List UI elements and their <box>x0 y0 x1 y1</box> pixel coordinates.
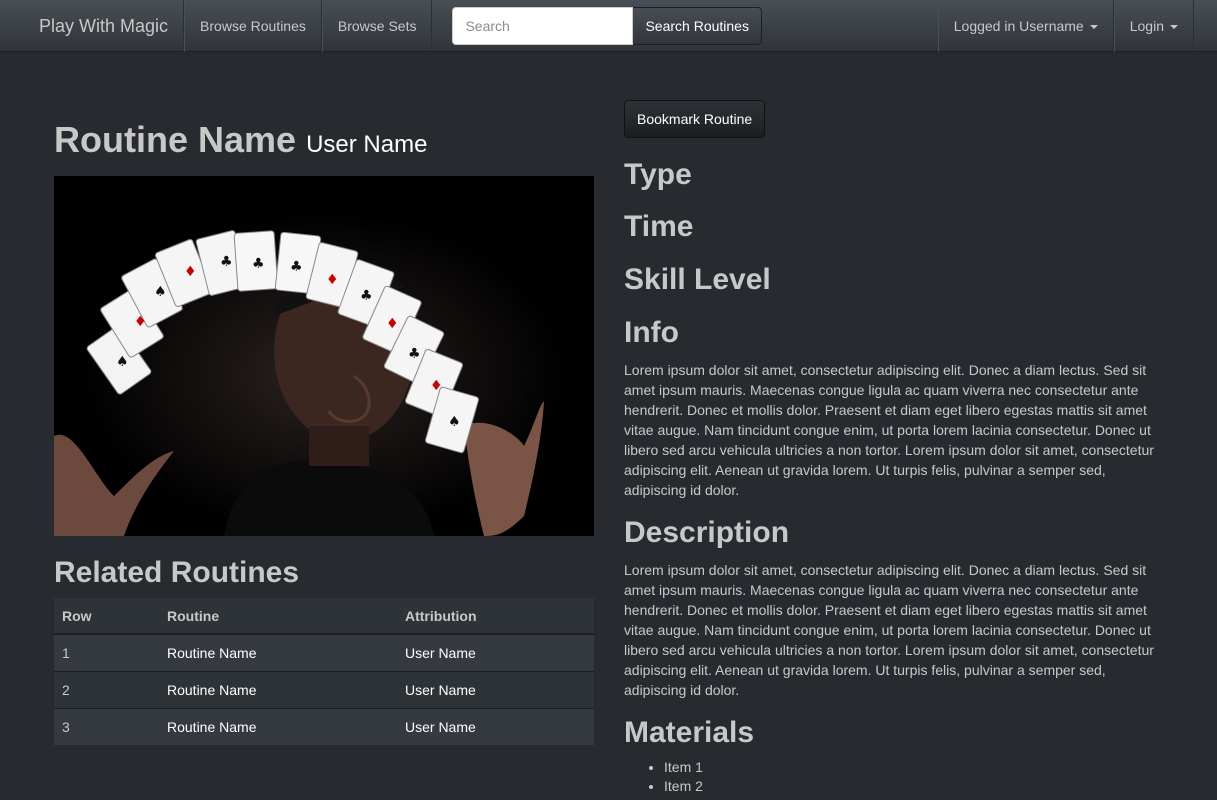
type-heading: Type <box>624 158 692 191</box>
routine-link[interactable]: Routine Name <box>159 707 397 745</box>
nav-browse-routines[interactable]: Browse Routines <box>184 0 322 52</box>
info-heading: Info <box>624 316 679 349</box>
list-item: Item 2 <box>664 777 1169 796</box>
routine-link[interactable]: Routine Name <box>159 670 397 708</box>
top-navbar: Play With Magic Browse Routines Browse S… <box>0 0 1217 52</box>
table-row[interactable]: 1 Routine Name User Name <box>54 633 594 671</box>
skill-level-heading: Skill Level <box>624 263 771 296</box>
related-routines-heading: Related Routines <box>54 556 300 589</box>
svg-text:♠: ♠ <box>116 354 129 370</box>
svg-text:♣: ♣ <box>290 259 303 275</box>
routine-name: Routine Name <box>54 119 297 160</box>
caret-down-icon <box>1170 24 1178 29</box>
search-input[interactable] <box>452 6 634 45</box>
related-routines-table: Row Routine Attribution 1 Routine Name U… <box>54 598 594 745</box>
svg-text:♠: ♠ <box>154 284 167 300</box>
col-routine-header: Routine <box>159 598 397 635</box>
routine-image: ♠ ♦ ♠ ♦ ♣ ♣ ♣ ♦ ♣ ♦ ♣ ♦ ♠ <box>54 176 594 536</box>
table-row[interactable]: 2 Routine Name User Name <box>54 670 594 708</box>
nav-right: Logged in Username Login <box>937 0 1194 52</box>
brand-link[interactable]: Play With Magic <box>0 0 185 52</box>
materials-list: Item 1 Item 2 <box>624 758 1169 796</box>
info-text: Lorem ipsum dolor sit amet, consectetur … <box>624 362 1154 498</box>
row-number: 1 <box>54 633 159 671</box>
row-number: 2 <box>54 670 159 708</box>
svg-text:♦: ♦ <box>326 272 339 288</box>
attribution-link[interactable]: User Name <box>397 633 594 671</box>
svg-text:♣: ♣ <box>252 256 265 272</box>
routine-link[interactable]: Routine Name <box>159 633 397 671</box>
search-routines-button[interactable]: Search Routines <box>633 6 762 45</box>
table-header-row: Row Routine Attribution <box>54 598 594 635</box>
user-menu-label: Logged in Username <box>953 17 1084 34</box>
attribution-link[interactable]: User Name <box>397 670 594 708</box>
magician-card-fan-illustration: ♠ ♦ ♠ ♦ ♣ ♣ ♣ ♦ ♣ ♦ ♣ ♦ ♠ <box>54 176 594 536</box>
search-form: Search Routines <box>452 6 762 45</box>
list-item: Item 1 <box>664 758 1169 777</box>
user-menu-dropdown[interactable]: Logged in Username <box>937 0 1114 52</box>
svg-text:♣: ♣ <box>220 254 233 270</box>
right-column: Bookmark Routine Type Time Skill Level I… <box>624 52 1169 796</box>
login-menu-dropdown[interactable]: Login <box>1113 0 1194 52</box>
description-text: Lorem ipsum dolor sit amet, consectetur … <box>624 562 1154 698</box>
page-title: Routine Name User Name <box>54 120 594 165</box>
row-number: 3 <box>54 707 159 745</box>
table-row[interactable]: 3 Routine Name User Name <box>54 707 594 745</box>
login-menu-label: Login <box>1129 17 1164 34</box>
svg-text:♦: ♦ <box>134 314 147 330</box>
attribution-link[interactable]: User Name <box>397 707 594 745</box>
nav-browse-sets[interactable]: Browse Sets <box>321 0 433 52</box>
left-column: Routine Name User Name ♠ ♦ ♠ ♦ ♣ ♣ ♣ ♦ ♣… <box>54 52 594 745</box>
svg-text:♣: ♣ <box>408 346 421 362</box>
description-heading: Description <box>624 516 790 549</box>
svg-text:♦: ♦ <box>386 316 399 332</box>
col-row-header: Row <box>54 598 159 635</box>
time-heading: Time <box>624 210 694 243</box>
materials-heading: Materials <box>624 716 755 749</box>
col-attribution-header: Attribution <box>397 598 594 635</box>
svg-text:♦: ♦ <box>184 264 197 280</box>
routine-author: User Name <box>306 131 428 158</box>
svg-text:♣: ♣ <box>360 288 373 304</box>
bookmark-routine-button[interactable]: Bookmark Routine <box>624 100 766 138</box>
svg-text:♠: ♠ <box>448 414 461 430</box>
caret-down-icon <box>1089 24 1098 29</box>
svg-text:♦: ♦ <box>430 378 443 394</box>
